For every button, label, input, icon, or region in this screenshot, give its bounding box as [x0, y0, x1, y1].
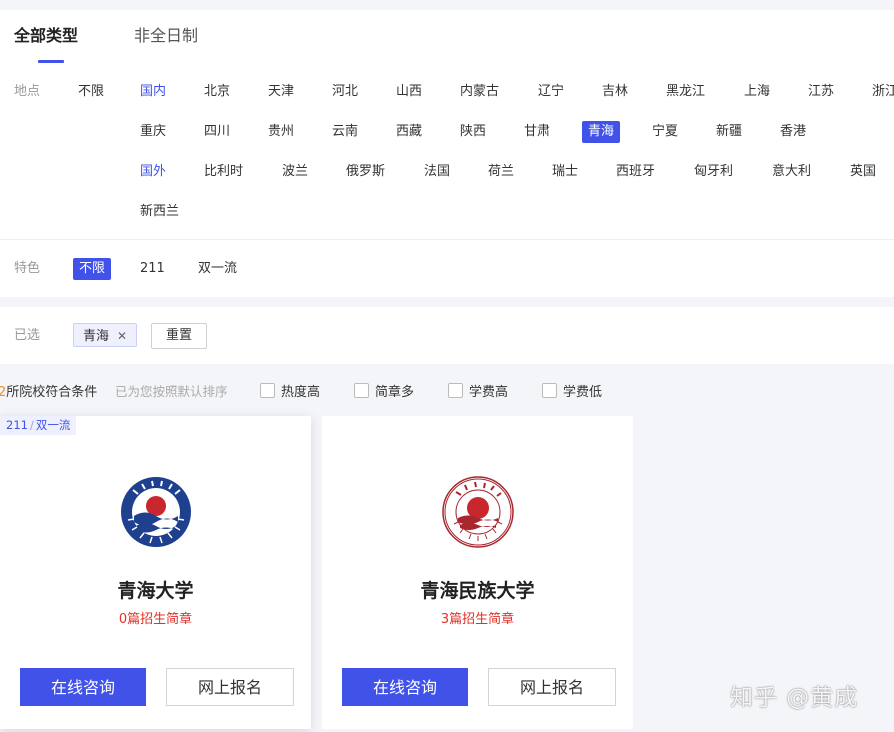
- location-option[interactable]: 浙江: [866, 81, 894, 103]
- online-consult-button[interactable]: 在线咨询: [342, 668, 468, 706]
- university-tags: 211/双一流: [0, 416, 77, 435]
- location-option[interactable]: 匈牙利: [688, 161, 739, 183]
- watermark: 知乎 @黄成: [730, 685, 859, 711]
- university-card[interactable]: 211/双一流 青海大学 0篇招生简章 在线咨询 网上报名: [0, 416, 311, 729]
- filter-divider: [0, 239, 894, 240]
- result-summary-bar: 2所院校符合条件 已为您按照默认排序 热度高 简章多 学费高 学费低: [0, 378, 894, 402]
- location-option[interactable]: 西班牙: [610, 161, 661, 183]
- location-option[interactable]: 上海: [738, 81, 776, 103]
- result-count: 2所院校符合条件: [0, 385, 98, 400]
- location-any[interactable]: 不限: [72, 81, 110, 103]
- checkbox-icon[interactable]: [260, 383, 275, 398]
- location-option[interactable]: 黑龙江: [660, 81, 711, 103]
- location-option[interactable]: 江苏: [802, 81, 840, 103]
- university-card[interactable]: 青海民族大学 3篇招生简章 在线咨询 网上报名: [322, 416, 633, 729]
- qinghai-university-logo: [121, 477, 191, 547]
- location-option[interactable]: 俄罗斯: [340, 161, 391, 183]
- tab-all-types[interactable]: 全部类型: [14, 26, 78, 46]
- location-option[interactable]: 重庆: [134, 121, 172, 143]
- location-option[interactable]: 波兰: [276, 161, 314, 183]
- checkbox-icon[interactable]: [542, 383, 557, 398]
- location-option[interactable]: 吉林: [596, 81, 634, 103]
- location-option-selected[interactable]: 青海: [582, 121, 621, 143]
- checkbox-icon[interactable]: [354, 383, 369, 398]
- university-name[interactable]: 青海大学: [0, 576, 311, 603]
- selected-chip[interactable]: 青海 ✕: [73, 323, 138, 347]
- location-option[interactable]: 贵州: [262, 121, 300, 143]
- location-option[interactable]: 河北: [326, 81, 364, 103]
- feature-option[interactable]: 211: [134, 258, 171, 280]
- location-option[interactable]: 意大利: [766, 161, 817, 183]
- reset-button[interactable]: 重置: [151, 323, 208, 349]
- location-option[interactable]: 香港: [774, 121, 812, 143]
- feature-option-selected[interactable]: 不限: [73, 258, 112, 280]
- location-option[interactable]: 四川: [198, 121, 236, 143]
- location-option[interactable]: 西藏: [390, 121, 428, 143]
- chip-label: 青海: [83, 329, 110, 344]
- location-option[interactable]: 北京: [198, 81, 236, 103]
- location-option[interactable]: 陕西: [454, 121, 492, 143]
- location-option[interactable]: 辽宁: [532, 81, 570, 103]
- university-name[interactable]: 青海民族大学: [322, 576, 633, 603]
- tab-part-time[interactable]: 非全日制: [134, 26, 198, 46]
- location-option[interactable]: 甘肃: [518, 121, 556, 143]
- brochure-count[interactable]: 0篇招生简章: [0, 608, 311, 627]
- location-option[interactable]: 天津: [262, 81, 300, 103]
- sort-checkbox-tuition-low[interactable]: 学费低: [542, 381, 602, 400]
- location-option[interactable]: 荷兰: [482, 161, 520, 183]
- online-apply-button[interactable]: 网上报名: [166, 668, 294, 706]
- sort-checkbox-brochures[interactable]: 简章多: [354, 381, 414, 400]
- foreign-group-label[interactable]: 国外: [134, 161, 172, 183]
- location-option[interactable]: 云南: [326, 121, 364, 143]
- sort-hint: 已为您按照默认排序: [115, 384, 228, 399]
- location-option[interactable]: 宁夏: [646, 121, 684, 143]
- selected-filters-bar: 已选 青海 ✕ 重置: [0, 307, 894, 364]
- online-consult-button[interactable]: 在线咨询: [20, 668, 146, 706]
- sort-checkbox-popularity[interactable]: 热度高: [260, 381, 320, 400]
- selected-label: 已选: [14, 328, 41, 343]
- location-option[interactable]: 山西: [390, 81, 428, 103]
- checkbox-icon[interactable]: [448, 383, 463, 398]
- qinghai-minzu-university-logo: [442, 476, 514, 548]
- filter-panel: 地点 不限 国内 北京 天津 河北 山西 内蒙古 辽宁 吉林 黑龙江 上海 江苏…: [0, 64, 894, 297]
- feature-label: 特色: [14, 261, 41, 276]
- location-option[interactable]: 内蒙古: [454, 81, 505, 103]
- location-option[interactable]: 新疆: [710, 121, 748, 143]
- online-apply-button[interactable]: 网上报名: [488, 668, 616, 706]
- feature-option[interactable]: 双一流: [192, 258, 243, 280]
- location-option[interactable]: 瑞士: [546, 161, 584, 183]
- location-option[interactable]: 法国: [418, 161, 456, 183]
- tab-bar: 全部类型 非全日制: [0, 10, 894, 65]
- active-tab-indicator: [38, 60, 64, 63]
- location-option[interactable]: 比利时: [198, 161, 249, 183]
- location-label: 地点: [14, 84, 41, 99]
- location-option[interactable]: 新西兰: [134, 201, 185, 223]
- close-icon[interactable]: ✕: [117, 329, 127, 343]
- brochure-count[interactable]: 3篇招生简章: [322, 608, 633, 627]
- sort-checkbox-tuition-high[interactable]: 学费高: [448, 381, 508, 400]
- domestic-group-label[interactable]: 国内: [134, 81, 172, 103]
- location-option[interactable]: 英国: [844, 161, 882, 183]
